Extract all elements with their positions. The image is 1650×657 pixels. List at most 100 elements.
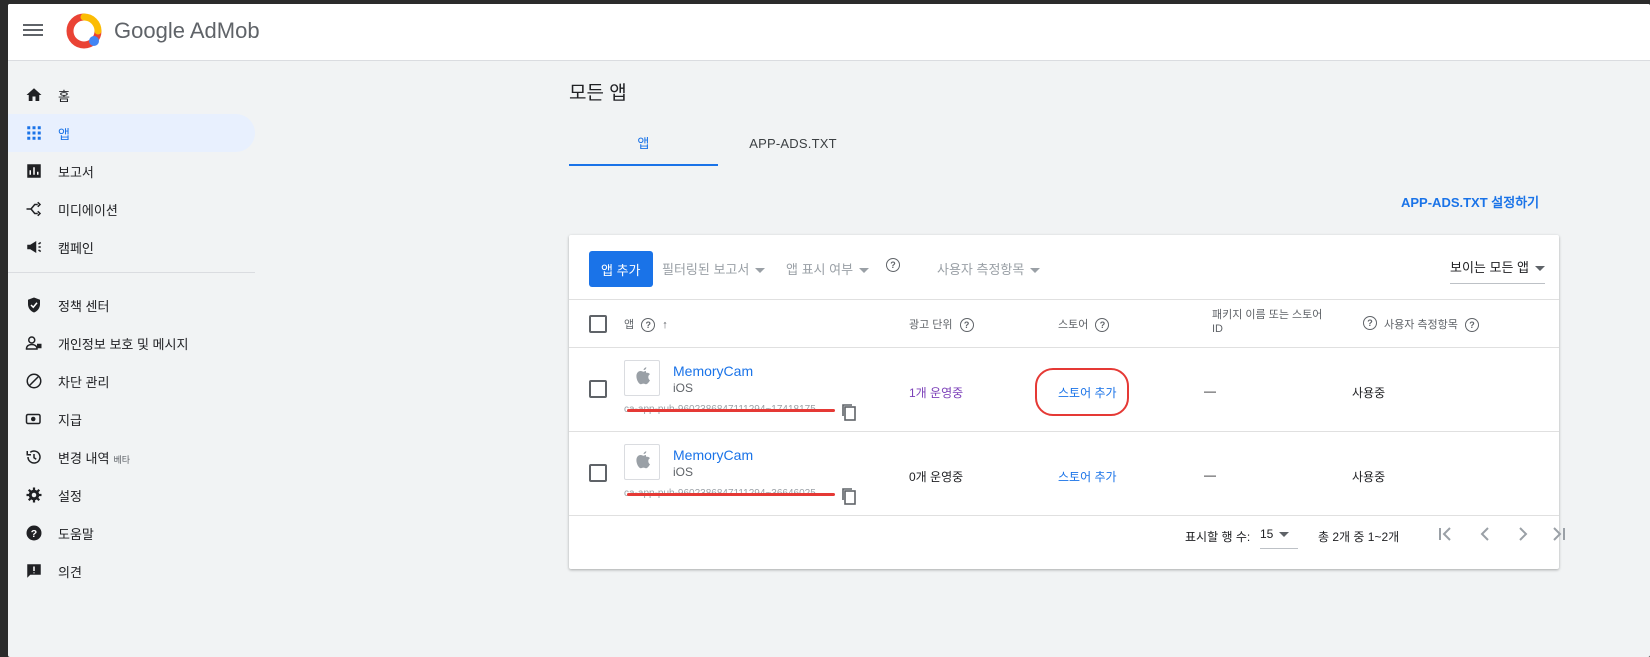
question-icon[interactable]: ? bbox=[959, 318, 974, 333]
apps-grid-icon bbox=[27, 126, 41, 140]
payment-icon bbox=[25, 413, 41, 425]
previous-page-icon[interactable] bbox=[1475, 524, 1495, 544]
sidebar-item-apps[interactable]: 앱 bbox=[8, 114, 255, 152]
sidebar-item-policy-center[interactable]: 정책 센터 bbox=[8, 286, 255, 324]
top-app-bar: Google AdMob bbox=[8, 4, 1650, 61]
select-all-checkbox[interactable] bbox=[589, 315, 607, 333]
sidebar-item-help[interactable]: ? 도움말 bbox=[8, 514, 255, 552]
row-checkbox[interactable] bbox=[589, 380, 607, 398]
mediation-icon bbox=[26, 201, 42, 217]
sidebar-item-label: 보고서 bbox=[58, 164, 94, 180]
brand-prefix: Google bbox=[114, 18, 185, 43]
table-toolbar: 앱 추가 필터링된 보고서 앱 표시 여부 ? 사용자 측정항목 보이는 모든 … bbox=[569, 235, 1559, 300]
tab-bar: 앱 APP-ADS.TXT bbox=[569, 124, 1019, 166]
question-icon[interactable]: ? bbox=[641, 318, 656, 333]
chevron-down-icon bbox=[1030, 268, 1041, 274]
redaction-line bbox=[627, 409, 835, 412]
question-icon[interactable]: ? bbox=[1095, 318, 1110, 333]
bar-chart-icon bbox=[27, 164, 41, 178]
table-pagination: 표시할 행 수: 15 총 2개 중 1~2개 bbox=[569, 520, 1565, 570]
sidebar-item-label: 설정 bbox=[58, 488, 82, 504]
sidebar-item-label: 앱 bbox=[58, 126, 70, 142]
question-icon[interactable]: ? bbox=[1464, 318, 1479, 333]
app-name-link[interactable]: MemoryCam bbox=[673, 363, 753, 379]
rows-per-page-select[interactable]: 15 bbox=[1260, 520, 1298, 549]
brand-name: AdMob bbox=[189, 18, 260, 43]
sidebar-item-label: 미디에이션 bbox=[58, 202, 118, 218]
column-store-label: 스토어 bbox=[1058, 319, 1089, 331]
sidebar-item-campaigns[interactable]: 캠페인 bbox=[8, 228, 255, 266]
column-package: 패키지 이름 또는 스토어 ID bbox=[1212, 309, 1323, 335]
visible-apps-select[interactable]: 보이는 모든 앱 bbox=[1450, 253, 1545, 284]
copy-icon[interactable] bbox=[841, 487, 857, 505]
rows-per-page-value: 15 bbox=[1260, 527, 1274, 541]
sidebar-item-label: 정책 센터 bbox=[58, 298, 110, 314]
svg-text:?: ? bbox=[31, 528, 37, 540]
user-metrics-status: 사용중 bbox=[1352, 386, 1386, 400]
app-visibility-label: 앱 표시 여부 bbox=[786, 262, 854, 277]
sidebar-item-change-history[interactable]: 변경 내역 베타 bbox=[8, 438, 255, 476]
column-ad-units: 광고 단위 ? bbox=[909, 316, 974, 333]
sidebar-item-payments[interactable]: 지급 bbox=[8, 400, 255, 438]
sort-arrow-up-icon[interactable]: ↑ bbox=[662, 319, 668, 331]
user-metrics-dropdown[interactable]: 사용자 측정항목 bbox=[937, 259, 1041, 278]
sidebar-item-privacy[interactable]: 개인정보 보호 및 메시지 bbox=[8, 324, 255, 362]
redaction-line bbox=[627, 493, 835, 496]
rows-per-page-label: 표시할 행 수: bbox=[1185, 530, 1251, 544]
app-icon bbox=[624, 444, 660, 480]
app-visibility-dropdown[interactable]: 앱 표시 여부 bbox=[786, 259, 870, 278]
sidebar-item-label: 변경 내역 베타 bbox=[58, 448, 130, 467]
user-metrics-label: 사용자 측정항목 bbox=[937, 262, 1025, 277]
sidebar-item-reports[interactable]: 보고서 bbox=[8, 152, 255, 190]
column-package-help[interactable]: ? bbox=[1363, 316, 1377, 330]
sidebar-item-mediation[interactable]: 미디에이션 bbox=[8, 190, 255, 228]
next-page-icon[interactable] bbox=[1513, 524, 1533, 544]
table-row: MemoryCam iOS ca-app-pub-960238684711129… bbox=[569, 348, 1559, 432]
admob-window: Google AdMob 홈 앱 보고서 미디에이션 캠페인 정책 센터 개인정… bbox=[8, 4, 1650, 657]
sidebar-item-blocking[interactable]: 차단 관리 bbox=[8, 362, 255, 400]
app-ads-txt-setup-link[interactable]: APP-ADS.TXT 설정하기 bbox=[1401, 192, 1539, 211]
sidebar-divider bbox=[8, 272, 255, 273]
sidebar-item-settings[interactable]: 설정 bbox=[8, 476, 255, 514]
add-app-button[interactable]: 앱 추가 bbox=[589, 251, 653, 287]
add-store-link[interactable]: 스토어 추가 bbox=[1058, 468, 1117, 485]
package-name: — bbox=[1204, 468, 1216, 482]
chevron-down-icon bbox=[1279, 532, 1290, 538]
sidebar-item-label: 캠페인 bbox=[58, 240, 94, 256]
tab-apps[interactable]: 앱 bbox=[569, 124, 718, 166]
shield-icon bbox=[28, 297, 40, 313]
column-store: 스토어 ? bbox=[1058, 316, 1110, 333]
help-icon-toolbar[interactable]: ? bbox=[886, 256, 900, 272]
question-icon: ? bbox=[886, 257, 900, 272]
package-name: — bbox=[1204, 384, 1216, 398]
column-user-metrics-label: 사용자 측정항목 bbox=[1384, 319, 1458, 331]
sidebar-item-feedback[interactable]: 의견 bbox=[8, 552, 255, 590]
app-name-link[interactable]: MemoryCam bbox=[673, 447, 753, 463]
pagination-range: 총 2개 중 1~2개 bbox=[1318, 530, 1400, 544]
tab-app-ads-txt[interactable]: APP-ADS.TXT bbox=[729, 124, 857, 164]
sidebar-item-label: 의견 bbox=[58, 564, 82, 580]
page-title: 모든 앱 bbox=[569, 83, 627, 104]
column-app[interactable]: 앱 ? ↑ bbox=[624, 316, 668, 333]
copy-icon[interactable] bbox=[841, 403, 857, 421]
apps-table-card: 앱 추가 필터링된 보고서 앱 표시 여부 ? 사용자 측정항목 보이는 모든 … bbox=[569, 235, 1565, 570]
first-page-icon[interactable] bbox=[1435, 524, 1455, 544]
last-page-icon[interactable] bbox=[1549, 524, 1569, 544]
row-checkbox[interactable] bbox=[589, 464, 607, 482]
sidebar-item-home[interactable]: 홈 bbox=[8, 76, 255, 114]
ad-units-count-link[interactable]: 1개 운영중 bbox=[909, 384, 963, 401]
apple-icon bbox=[636, 451, 650, 469]
block-icon bbox=[26, 373, 42, 389]
user-metrics-status: 사용중 bbox=[1352, 470, 1386, 484]
visible-apps-value: 보이는 모든 앱 bbox=[1450, 260, 1529, 275]
question-icon: ? bbox=[1363, 316, 1377, 330]
sidebar-item-label-text: 변경 내역 bbox=[58, 450, 110, 466]
chevron-down-icon bbox=[859, 268, 870, 274]
sidebar-item-label: 차단 관리 bbox=[58, 374, 110, 390]
menu-icon[interactable] bbox=[23, 21, 43, 41]
column-ad-units-label: 광고 단위 bbox=[909, 319, 953, 331]
app-platform: iOS bbox=[673, 381, 694, 395]
history-icon bbox=[26, 450, 41, 464]
apple-icon bbox=[636, 367, 650, 385]
filtered-report-dropdown[interactable]: 필터링된 보고서 bbox=[662, 259, 766, 278]
